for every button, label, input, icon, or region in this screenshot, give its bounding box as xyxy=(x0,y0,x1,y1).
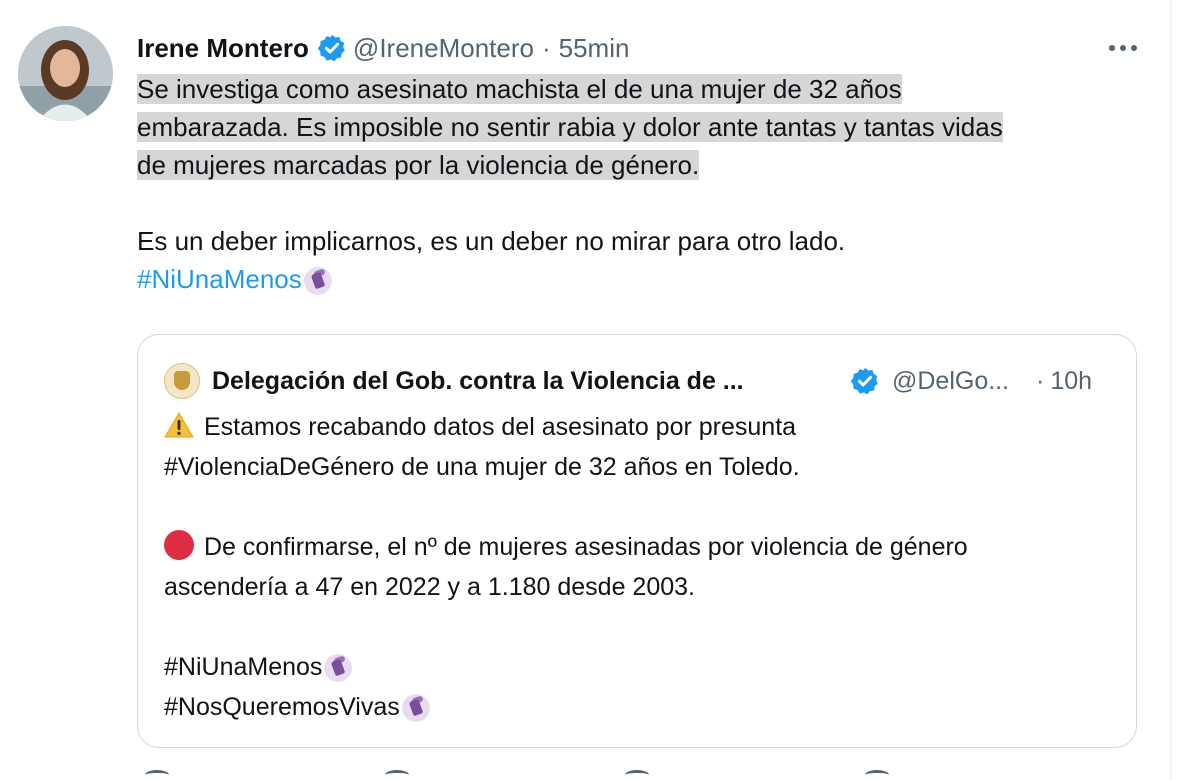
more-dot xyxy=(1109,45,1115,51)
like-icon[interactable] xyxy=(625,770,649,780)
separator-dot: · xyxy=(541,32,551,63)
verified-badge-icon xyxy=(850,366,880,396)
more-icon[interactable] xyxy=(1098,30,1148,66)
share-icon[interactable] xyxy=(865,770,889,780)
quoted-text-line: De confirmarse, el nº de mujeres asesina… xyxy=(204,533,968,561)
avatar-image xyxy=(18,26,113,121)
quoted-author-avatar[interactable] xyxy=(164,363,200,399)
verified-badge-icon xyxy=(317,33,347,63)
quoted-tweet-text: Estamos recabando datos del asesinato po… xyxy=(164,407,1124,727)
quoted-tweet-header: Delegación del Gob. contra la Violencia … xyxy=(164,363,1114,399)
separator-dot: · xyxy=(1036,366,1045,395)
quoted-text-line: Estamos recabando datos del asesinato po… xyxy=(204,413,797,441)
author-avatar[interactable] xyxy=(18,26,113,121)
quoted-tweet-timestamp[interactable]: 10h xyxy=(1050,367,1092,396)
quoted-text-line: #ViolenciaDeGénero de una mujer de 32 añ… xyxy=(164,453,800,481)
quoted-hashtag: #NiUnaMenos xyxy=(164,653,323,681)
tweet-text-line: Es un deber implicarnos, es un deber no … xyxy=(137,226,846,256)
tweet-action-bar xyxy=(137,770,1137,780)
red-circle-icon xyxy=(164,530,194,560)
raised-fist-icon xyxy=(401,694,430,723)
hashtag-link[interactable]: #NiUnaMenos xyxy=(137,264,302,294)
tweet-header: Irene Montero @IreneMontero · 55min xyxy=(137,30,629,66)
highlighted-text-line: embarazada. Es imposible no sentir rabia… xyxy=(137,112,1003,142)
more-dot xyxy=(1120,45,1126,51)
highlighted-text-line: de mujeres marcadas por la violencia de … xyxy=(137,150,700,180)
tweet-text: Se investiga como asesinato machista el … xyxy=(137,70,1137,298)
quoted-tweet-card[interactable]: Delegación del Gob. contra la Violencia … xyxy=(137,334,1137,748)
quoted-text-line: ascendería a 47 en 2022 y a 1.180 desde … xyxy=(164,573,695,601)
scrollbar-track[interactable] xyxy=(1170,0,1172,780)
author-name[interactable]: Irene Montero xyxy=(137,33,309,64)
raised-fist-icon xyxy=(324,654,353,683)
warning-icon xyxy=(164,412,194,438)
more-dot xyxy=(1131,45,1137,51)
highlighted-text-line: Se investiga como asesinato machista el … xyxy=(137,74,902,104)
raised-fist-icon xyxy=(303,267,332,296)
reply-icon[interactable] xyxy=(145,770,169,780)
author-handle[interactable]: @IreneMontero xyxy=(353,33,534,64)
quoted-author-name[interactable]: Delegación del Gob. contra la Violencia … xyxy=(212,367,842,396)
tweet-timestamp[interactable]: 55min xyxy=(559,33,630,64)
quoted-hashtag: #NosQueremosVivas xyxy=(164,693,400,721)
quoted-author-handle[interactable]: @DelGo... xyxy=(892,367,1024,396)
retweet-icon[interactable] xyxy=(385,770,409,780)
